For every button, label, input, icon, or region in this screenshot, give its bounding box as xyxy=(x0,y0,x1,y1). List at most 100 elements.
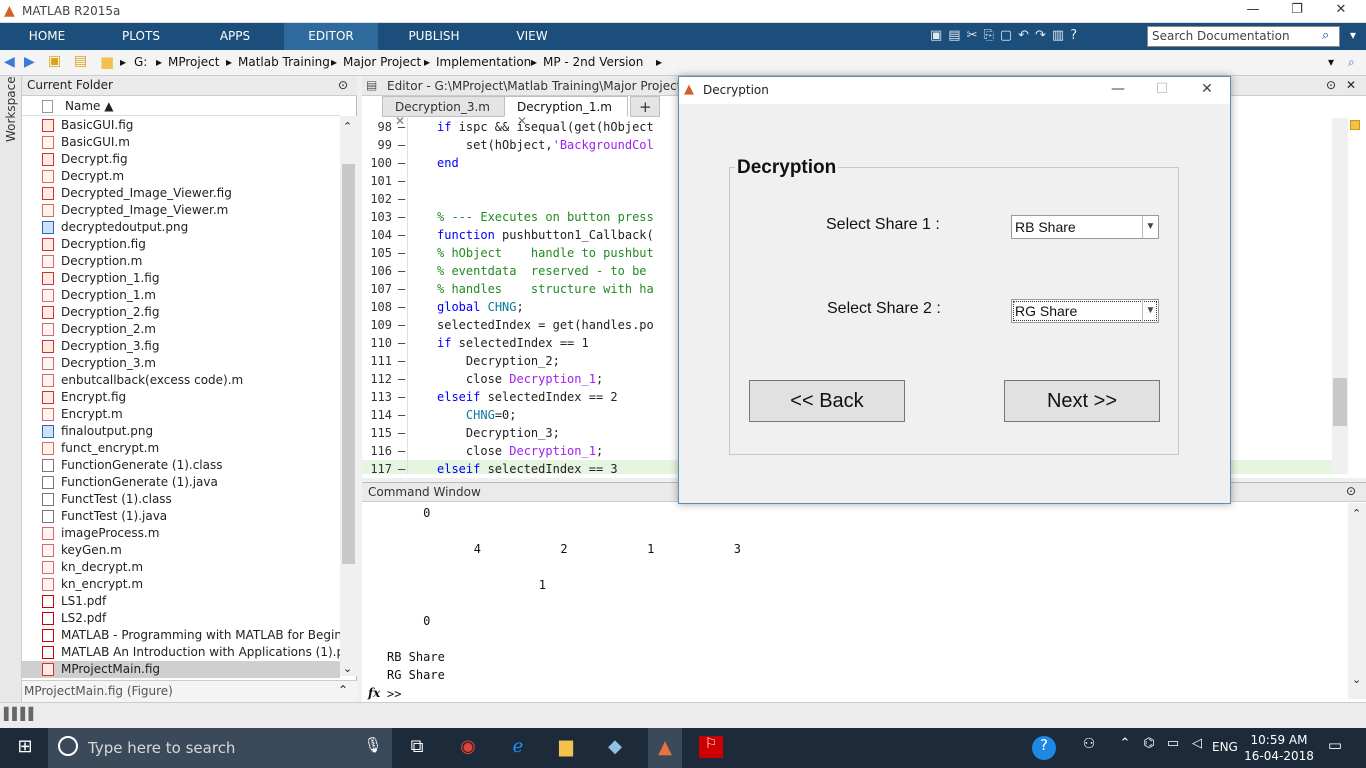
file-item[interactable]: kn_decrypt.m xyxy=(22,559,340,576)
scroll-up-icon[interactable]: ⌃ xyxy=(1352,507,1361,520)
file-item[interactable]: LS1.pdf xyxy=(22,593,340,610)
editor-scroll-thumb[interactable] xyxy=(1333,378,1347,426)
chrome-icon[interactable]: ◉ xyxy=(455,736,481,760)
taskbar-search-input[interactable]: Type here to search xyxy=(48,728,392,768)
chevron-down-icon[interactable]: ▼ xyxy=(1142,216,1158,238)
breakpoint-marker[interactable]: – xyxy=(398,334,405,352)
scroll-down-icon[interactable]: ⌄ xyxy=(343,662,352,675)
tab-decryption-3[interactable]: Decryption_3.m ✕ xyxy=(382,96,506,128)
file-item[interactable]: Decryption_1.fig xyxy=(22,270,340,287)
address-search-icon[interactable]: ⌕ xyxy=(1348,55,1355,70)
file-item[interactable]: Decryption_3.fig xyxy=(22,338,340,355)
help-icon[interactable]: ? xyxy=(1032,736,1056,760)
tab-view[interactable]: VIEW xyxy=(488,23,576,50)
breakpoint-marker[interactable]: – xyxy=(398,136,405,154)
file-item[interactable]: MATLAB An Introduction with Applications… xyxy=(22,644,340,661)
breadcrumb-drive[interactable]: G: xyxy=(134,55,147,69)
matlab-taskbar-icon[interactable]: ▲ xyxy=(648,728,682,768)
editor-close-icon[interactable]: ✕ xyxy=(1346,78,1356,92)
workspace-sidebar[interactable]: Workspace xyxy=(0,76,22,708)
breakpoint-marker[interactable]: – xyxy=(398,118,405,136)
system-clock[interactable]: 10:59 AM 16-04-2018 xyxy=(1244,732,1314,764)
browse-folder-icon[interactable]: ▤ xyxy=(74,53,87,69)
battery-icon[interactable]: ▭ xyxy=(1160,736,1186,760)
file-item[interactable]: enbutcallback(excess code).m xyxy=(22,372,340,389)
tab-publish[interactable]: PUBLISH xyxy=(388,23,480,50)
share-1-select[interactable]: RB Share ▼ xyxy=(1011,215,1159,239)
breadcrumb-implementation[interactable]: Implementation xyxy=(436,55,531,69)
file-item[interactable]: imageProcess.m xyxy=(22,525,340,542)
quick-access-toolbar[interactable]: ▣▤✂⎘▢↶↷▥? xyxy=(930,28,1140,46)
tab-editor[interactable]: EDITOR xyxy=(284,23,378,50)
file-item[interactable]: Decrypt.fig xyxy=(22,151,340,168)
command-prompt[interactable]: >> xyxy=(387,687,401,701)
cortana-icon[interactable] xyxy=(58,736,78,756)
action-center-icon[interactable]: ▭ xyxy=(1322,736,1348,760)
file-list-scroll-thumb[interactable] xyxy=(342,164,355,564)
tab-decryption-1[interactable]: Decryption_1.m ✕ xyxy=(504,96,628,128)
search-icon[interactable]: ⌕ xyxy=(1322,28,1329,43)
function-browser-icon[interactable]: fx xyxy=(368,686,380,700)
file-item[interactable]: LS2.pdf xyxy=(22,610,340,627)
volume-icon[interactable]: ◁ xyxy=(1184,736,1210,760)
breakpoint-marker[interactable]: – xyxy=(398,388,405,406)
file-item[interactable]: BasicGUI.m xyxy=(22,134,340,151)
up-folder-icon[interactable]: ▣ xyxy=(48,53,61,69)
tab-home[interactable]: HOME xyxy=(0,23,94,50)
breakpoint-marker[interactable]: – xyxy=(398,352,405,370)
breakpoint-marker[interactable]: – xyxy=(398,244,405,262)
panel-menu-icon[interactable]: ⊙ xyxy=(338,78,348,92)
breakpoint-marker[interactable]: – xyxy=(398,298,405,316)
close-button[interactable]: ✕ xyxy=(1326,2,1356,17)
file-item[interactable]: kn_encrypt.m xyxy=(22,576,340,593)
dialog-minimize-button[interactable]: — xyxy=(1103,81,1133,97)
file-item[interactable]: Decryption_1.m xyxy=(22,287,340,304)
file-item[interactable]: MATLAB - Programming with MATLAB for Beg… xyxy=(22,627,340,644)
file-item[interactable]: BasicGUI.fig xyxy=(22,117,340,134)
next-button[interactable]: Next >> xyxy=(1004,380,1160,422)
breakpoint-marker[interactable]: – xyxy=(398,208,405,226)
show-hidden-icons[interactable]: ⌃ xyxy=(1112,736,1138,760)
workspace-label[interactable]: Workspace xyxy=(4,76,18,142)
file-item[interactable]: FunctTest (1).java xyxy=(22,508,340,525)
details-expand-icon[interactable]: ⌃ xyxy=(338,683,348,697)
file-item[interactable]: Decrypt.m xyxy=(22,168,340,185)
file-item[interactable]: finaloutput.png xyxy=(22,423,340,440)
dialog-maximize-button[interactable]: ☐ xyxy=(1147,81,1177,97)
edge-icon[interactable]: ℯ xyxy=(505,736,531,760)
command-window-menu-icon[interactable]: ⊙ xyxy=(1346,484,1356,498)
back-arrow-icon[interactable]: ◀ xyxy=(4,54,15,70)
file-item[interactable]: Encrypt.fig xyxy=(22,389,340,406)
forward-arrow-icon[interactable]: ▶ xyxy=(24,54,35,70)
breadcrumb-matlab-training[interactable]: Matlab Training xyxy=(238,55,330,69)
breakpoint-marker[interactable]: – xyxy=(398,226,405,244)
file-item[interactable]: keyGen.m xyxy=(22,542,340,559)
file-item[interactable]: Decryption.m xyxy=(22,253,340,270)
breakpoint-marker[interactable]: – xyxy=(398,370,405,388)
file-item[interactable]: decryptedoutput.png xyxy=(22,219,340,236)
file-item[interactable]: FunctionGenerate (1).class xyxy=(22,457,340,474)
breakpoint-marker[interactable]: – xyxy=(398,424,405,442)
file-item[interactable]: FunctTest (1).class xyxy=(22,491,340,508)
scroll-up-icon[interactable]: ⌃ xyxy=(343,120,352,133)
language-indicator[interactable]: ENG xyxy=(1212,740,1238,754)
people-icon[interactable]: ⚇ xyxy=(1076,736,1102,760)
file-item[interactable]: MProjectMain.fig xyxy=(22,661,340,678)
minimize-button[interactable]: — xyxy=(1238,2,1268,17)
task-view-icon[interactable]: ⧉ xyxy=(404,736,430,760)
breakpoint-marker[interactable]: – xyxy=(398,154,405,172)
pdf-reader-icon[interactable]: ⚐ xyxy=(699,736,723,758)
breakpoint-marker[interactable]: – xyxy=(398,316,405,334)
chevron-down-icon[interactable]: ▼ xyxy=(1142,300,1158,322)
breakpoint-marker[interactable]: – xyxy=(398,262,405,280)
breadcrumb-mproject[interactable]: MProject xyxy=(168,55,219,69)
file-item[interactable]: funct_encrypt.m xyxy=(22,440,340,457)
file-item[interactable]: Decryption_3.m xyxy=(22,355,340,372)
microphone-icon[interactable]: 🎙 xyxy=(360,736,386,760)
file-item[interactable]: Decryption_2.m xyxy=(22,321,340,338)
file-item[interactable]: Decryption.fig xyxy=(22,236,340,253)
app-icon[interactable]: ◆ xyxy=(602,736,628,760)
network-icon[interactable]: ⌬ xyxy=(1136,736,1162,760)
breadcrumb-major-project[interactable]: Major Project xyxy=(343,55,421,69)
command-window-scrollbar[interactable] xyxy=(1348,503,1366,699)
